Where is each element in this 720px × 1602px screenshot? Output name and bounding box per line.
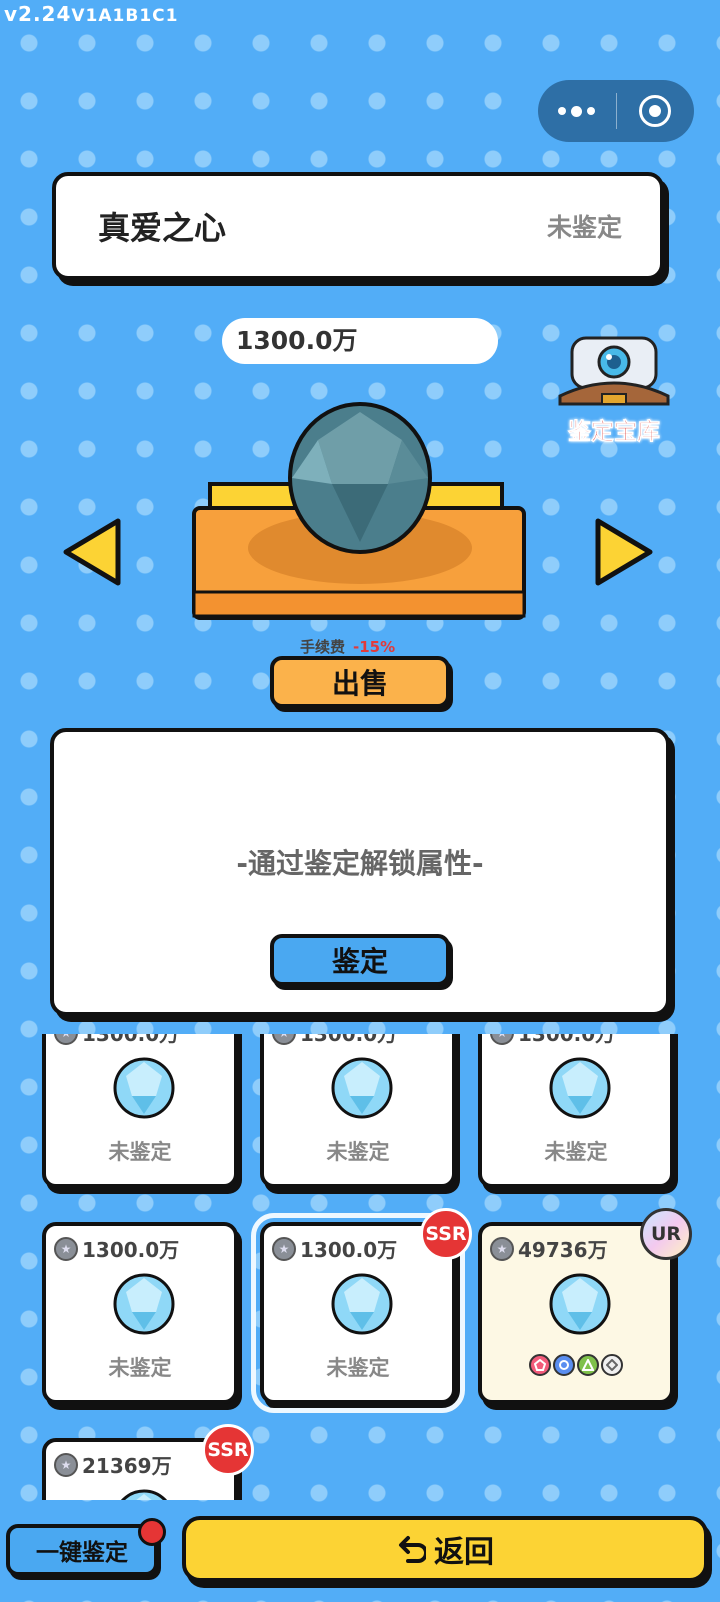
inventory-card[interactable]: ★1300.0万 未鉴定 — [478, 1034, 674, 1188]
inventory-card[interactable]: ★1300.0万 未鉴定 — [42, 1222, 238, 1404]
rarity-badge-ssr: SSR — [420, 1208, 472, 1260]
triangle-icon — [577, 1354, 599, 1376]
circle-icon — [553, 1354, 575, 1376]
prev-arrow-button[interactable] — [58, 515, 126, 593]
back-label: 返回 — [434, 1535, 494, 1570]
gem-icon — [288, 402, 432, 554]
next-arrow-button[interactable] — [590, 515, 658, 593]
fee-value: -15% — [353, 638, 396, 656]
vault-icon — [558, 336, 670, 406]
diamond-icon — [601, 1354, 623, 1376]
pentagon-icon — [529, 1354, 551, 1376]
coin-icon: ★ — [272, 1034, 296, 1045]
close-target-icon[interactable] — [617, 95, 695, 127]
diamond-icon — [113, 1057, 175, 1119]
appraisal-vault-button[interactable]: 鉴定宝库 — [558, 334, 670, 446]
rarity-badge-ur: UR — [640, 1208, 692, 1260]
appraise-button[interactable]: 鉴定 — [270, 934, 450, 986]
sell-button[interactable]: 出售 — [270, 656, 450, 708]
inventory-card[interactable]: ★1300.0万 未鉴定 — [42, 1034, 238, 1188]
mini-program-capsule — [538, 80, 694, 142]
rarity-badge-ssr: SSR — [202, 1424, 254, 1476]
fee-label: 手续费 -15% — [300, 638, 396, 656]
notification-dot — [138, 1518, 166, 1546]
item-name-panel: 真爱之心 未鉴定 — [52, 172, 664, 280]
diamond-icon — [549, 1273, 611, 1335]
item-status: 未鉴定 — [546, 213, 622, 242]
inventory-card[interactable]: ★1300.0万 未鉴定 — [260, 1034, 456, 1188]
vault-label: 鉴定宝库 — [568, 419, 661, 446]
attribute-icons — [482, 1354, 670, 1376]
item-price: 1300.0万 — [222, 318, 498, 364]
coin-icon: ★ — [54, 1452, 78, 1477]
diamond-icon — [549, 1057, 611, 1119]
unlock-hint: -通过鉴定解锁属性- — [236, 847, 484, 880]
gem-pedestal — [188, 402, 532, 638]
more-icon[interactable] — [538, 105, 616, 117]
version-label: v2.24V1A1B1C1 — [4, 2, 179, 26]
inventory-grid: ★1300.0万 未鉴定 ★1300.0万 未鉴定 ★1300.0万 未鉴定 ★… — [0, 1034, 720, 1500]
diamond-icon — [331, 1057, 393, 1119]
coin-icon: ★ — [490, 1236, 514, 1261]
coin-icon: ★ — [272, 1236, 296, 1261]
diamond-icon — [331, 1273, 393, 1335]
coin-icon: ★ — [490, 1034, 514, 1045]
coin-icon: ★ — [54, 1236, 78, 1261]
diamond-icon — [120, 1489, 168, 1500]
one-key-appraise-button[interactable]: 一键鉴定 — [6, 1524, 158, 1576]
diamond-icon — [113, 1273, 175, 1335]
back-button[interactable]: 返回 — [182, 1516, 708, 1582]
item-name: 真爱之心 — [98, 209, 227, 247]
return-arrow-icon — [399, 1536, 426, 1563]
coin-icon: ★ — [54, 1034, 78, 1045]
